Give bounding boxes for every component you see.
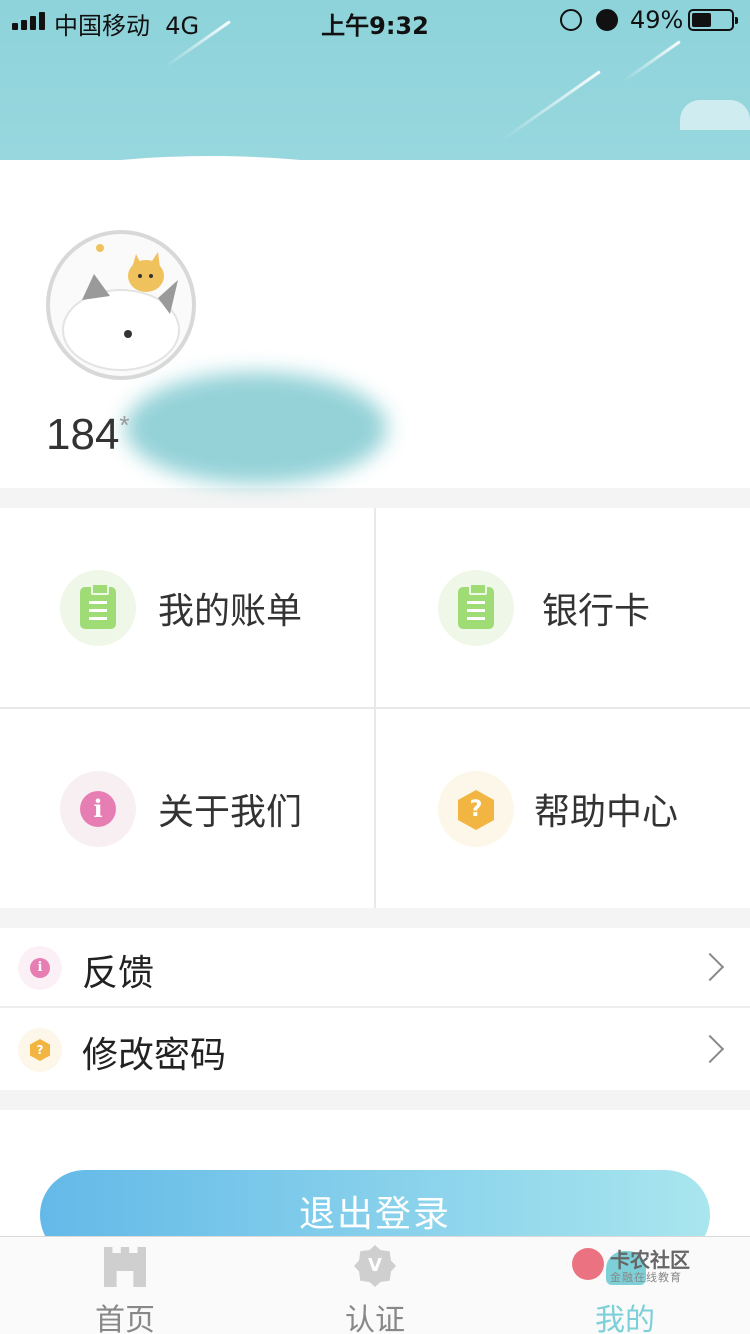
- grid-item-about-us[interactable]: i 关于我们: [0, 709, 374, 908]
- phone-number: 184*: [46, 410, 130, 459]
- shooting-star-decoration: [500, 70, 601, 142]
- chevron-right-icon: [695, 1034, 725, 1064]
- help-icon: ?: [458, 790, 494, 830]
- list-item-change-password[interactable]: ? 修改密码: [0, 1010, 750, 1090]
- grid-item-label: 我的账单: [158, 591, 303, 632]
- watermark: 卡农社区 金融在线教育: [570, 1244, 694, 1286]
- tab-label: 我的: [595, 1303, 655, 1334]
- icon-circle: i: [60, 771, 136, 847]
- grid-item-bank-card[interactable]: 银行卡: [376, 508, 750, 707]
- tab-label: 认证: [345, 1303, 405, 1334]
- icon-circle: i: [18, 946, 62, 990]
- list-item-label: 反馈: [82, 953, 155, 994]
- grid-item-label: 银行卡: [542, 591, 651, 632]
- list-item-label: 修改密码: [82, 1035, 227, 1076]
- shooting-star-decoration: [621, 40, 681, 83]
- clipboard-icon: [80, 583, 116, 629]
- list-item-feedback[interactable]: i 反馈: [0, 928, 750, 1008]
- alarm-icon: [596, 9, 618, 31]
- grid-item-label: 帮助中心: [534, 792, 679, 833]
- info-icon: i: [80, 791, 116, 827]
- icon-circle: ?: [18, 1028, 62, 1072]
- chevron-right-icon: [695, 952, 725, 982]
- home-icon: [104, 1247, 146, 1287]
- grid-item-label: 关于我们: [158, 792, 303, 833]
- tab-home[interactable]: 首页: [0, 1237, 250, 1334]
- battery-fill: [692, 13, 711, 27]
- avatar[interactable]: [46, 230, 196, 380]
- icon-circle: ?: [438, 771, 514, 847]
- settings-list: i 反馈 ? 修改密码: [0, 928, 750, 1090]
- status-bar: 中国移动 4G 上午9:32 49%: [0, 0, 750, 40]
- cat-avatar-illustration: [62, 244, 180, 371]
- verify-icon: V: [354, 1245, 396, 1287]
- profile-section: 184*: [0, 160, 750, 488]
- grid-item-bills[interactable]: 我的账单: [0, 508, 374, 707]
- watermark-subtitle: 金融在线教育: [610, 1271, 682, 1284]
- redacted-phone-blur: [125, 372, 387, 484]
- icon-circle: [60, 570, 136, 646]
- tab-verify[interactable]: V 认证: [250, 1237, 500, 1334]
- tab-label: 首页: [95, 1303, 155, 1334]
- grid-item-help-center[interactable]: ? 帮助中心: [376, 709, 750, 908]
- info-icon: i: [30, 958, 50, 978]
- help-icon: ?: [30, 1039, 50, 1061]
- function-grid: 我的账单 银行卡 i 关于我们 ? 帮助中心: [0, 508, 750, 908]
- clipboard-icon: [458, 583, 494, 629]
- battery-percent: 49%: [630, 6, 684, 34]
- icon-circle: [438, 570, 514, 646]
- rotation-lock-icon: [560, 9, 582, 31]
- cloud-decoration: [680, 100, 750, 130]
- watermark-logo-icon: [572, 1248, 604, 1280]
- battery-icon: [688, 9, 738, 31]
- logout-area: 退出登录: [0, 1110, 750, 1260]
